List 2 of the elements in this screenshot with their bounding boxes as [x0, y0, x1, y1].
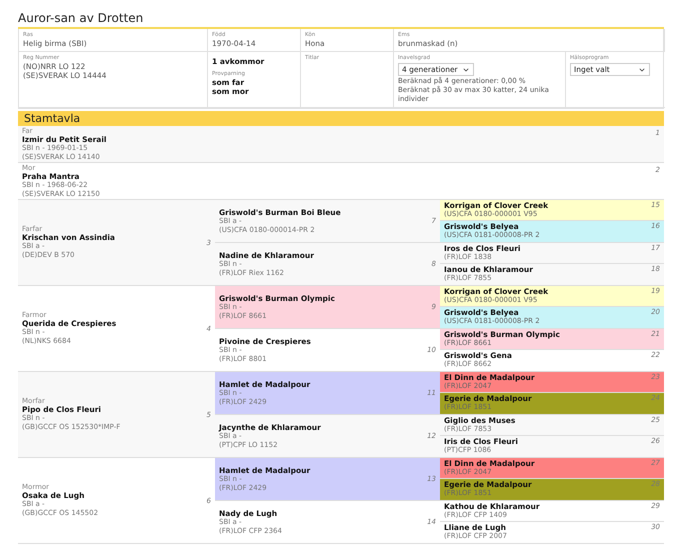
section-header: Stamtavla — [18, 111, 664, 126]
page-title: Auror-san av Drotten — [18, 8, 664, 29]
